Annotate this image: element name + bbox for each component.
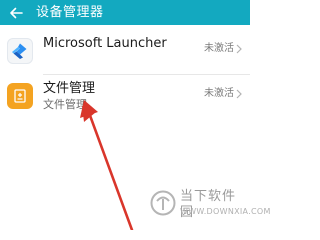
app-subtitle: 文件管理: [43, 98, 87, 111]
app-name: 文件管理: [43, 81, 96, 96]
watermark-url: WWW.DOWNXIA.COM: [180, 207, 271, 216]
list-item-file-manager[interactable]: 文件管理 文件管理 未激活: [0, 75, 250, 119]
arrow-left-icon: [10, 7, 23, 18]
app-name: Microsoft Launcher: [43, 36, 167, 51]
microsoft-launcher-icon: [7, 38, 33, 64]
file-manager-icon: [7, 83, 33, 109]
downxia-logo-icon: [150, 190, 176, 216]
status-label: 未激活: [204, 88, 234, 99]
title-bar: 设备管理器: [0, 0, 250, 25]
status-label: 未激活: [204, 43, 234, 54]
list-item-microsoft-launcher[interactable]: Microsoft Launcher 未激活: [0, 30, 250, 74]
chevron-right-icon: [236, 89, 242, 99]
watermark: 当下软件园 WWW.DOWNXIA.COM: [150, 188, 270, 224]
page-title: 设备管理器: [36, 5, 104, 20]
back-button[interactable]: [6, 0, 26, 25]
chevron-right-icon: [236, 44, 242, 54]
